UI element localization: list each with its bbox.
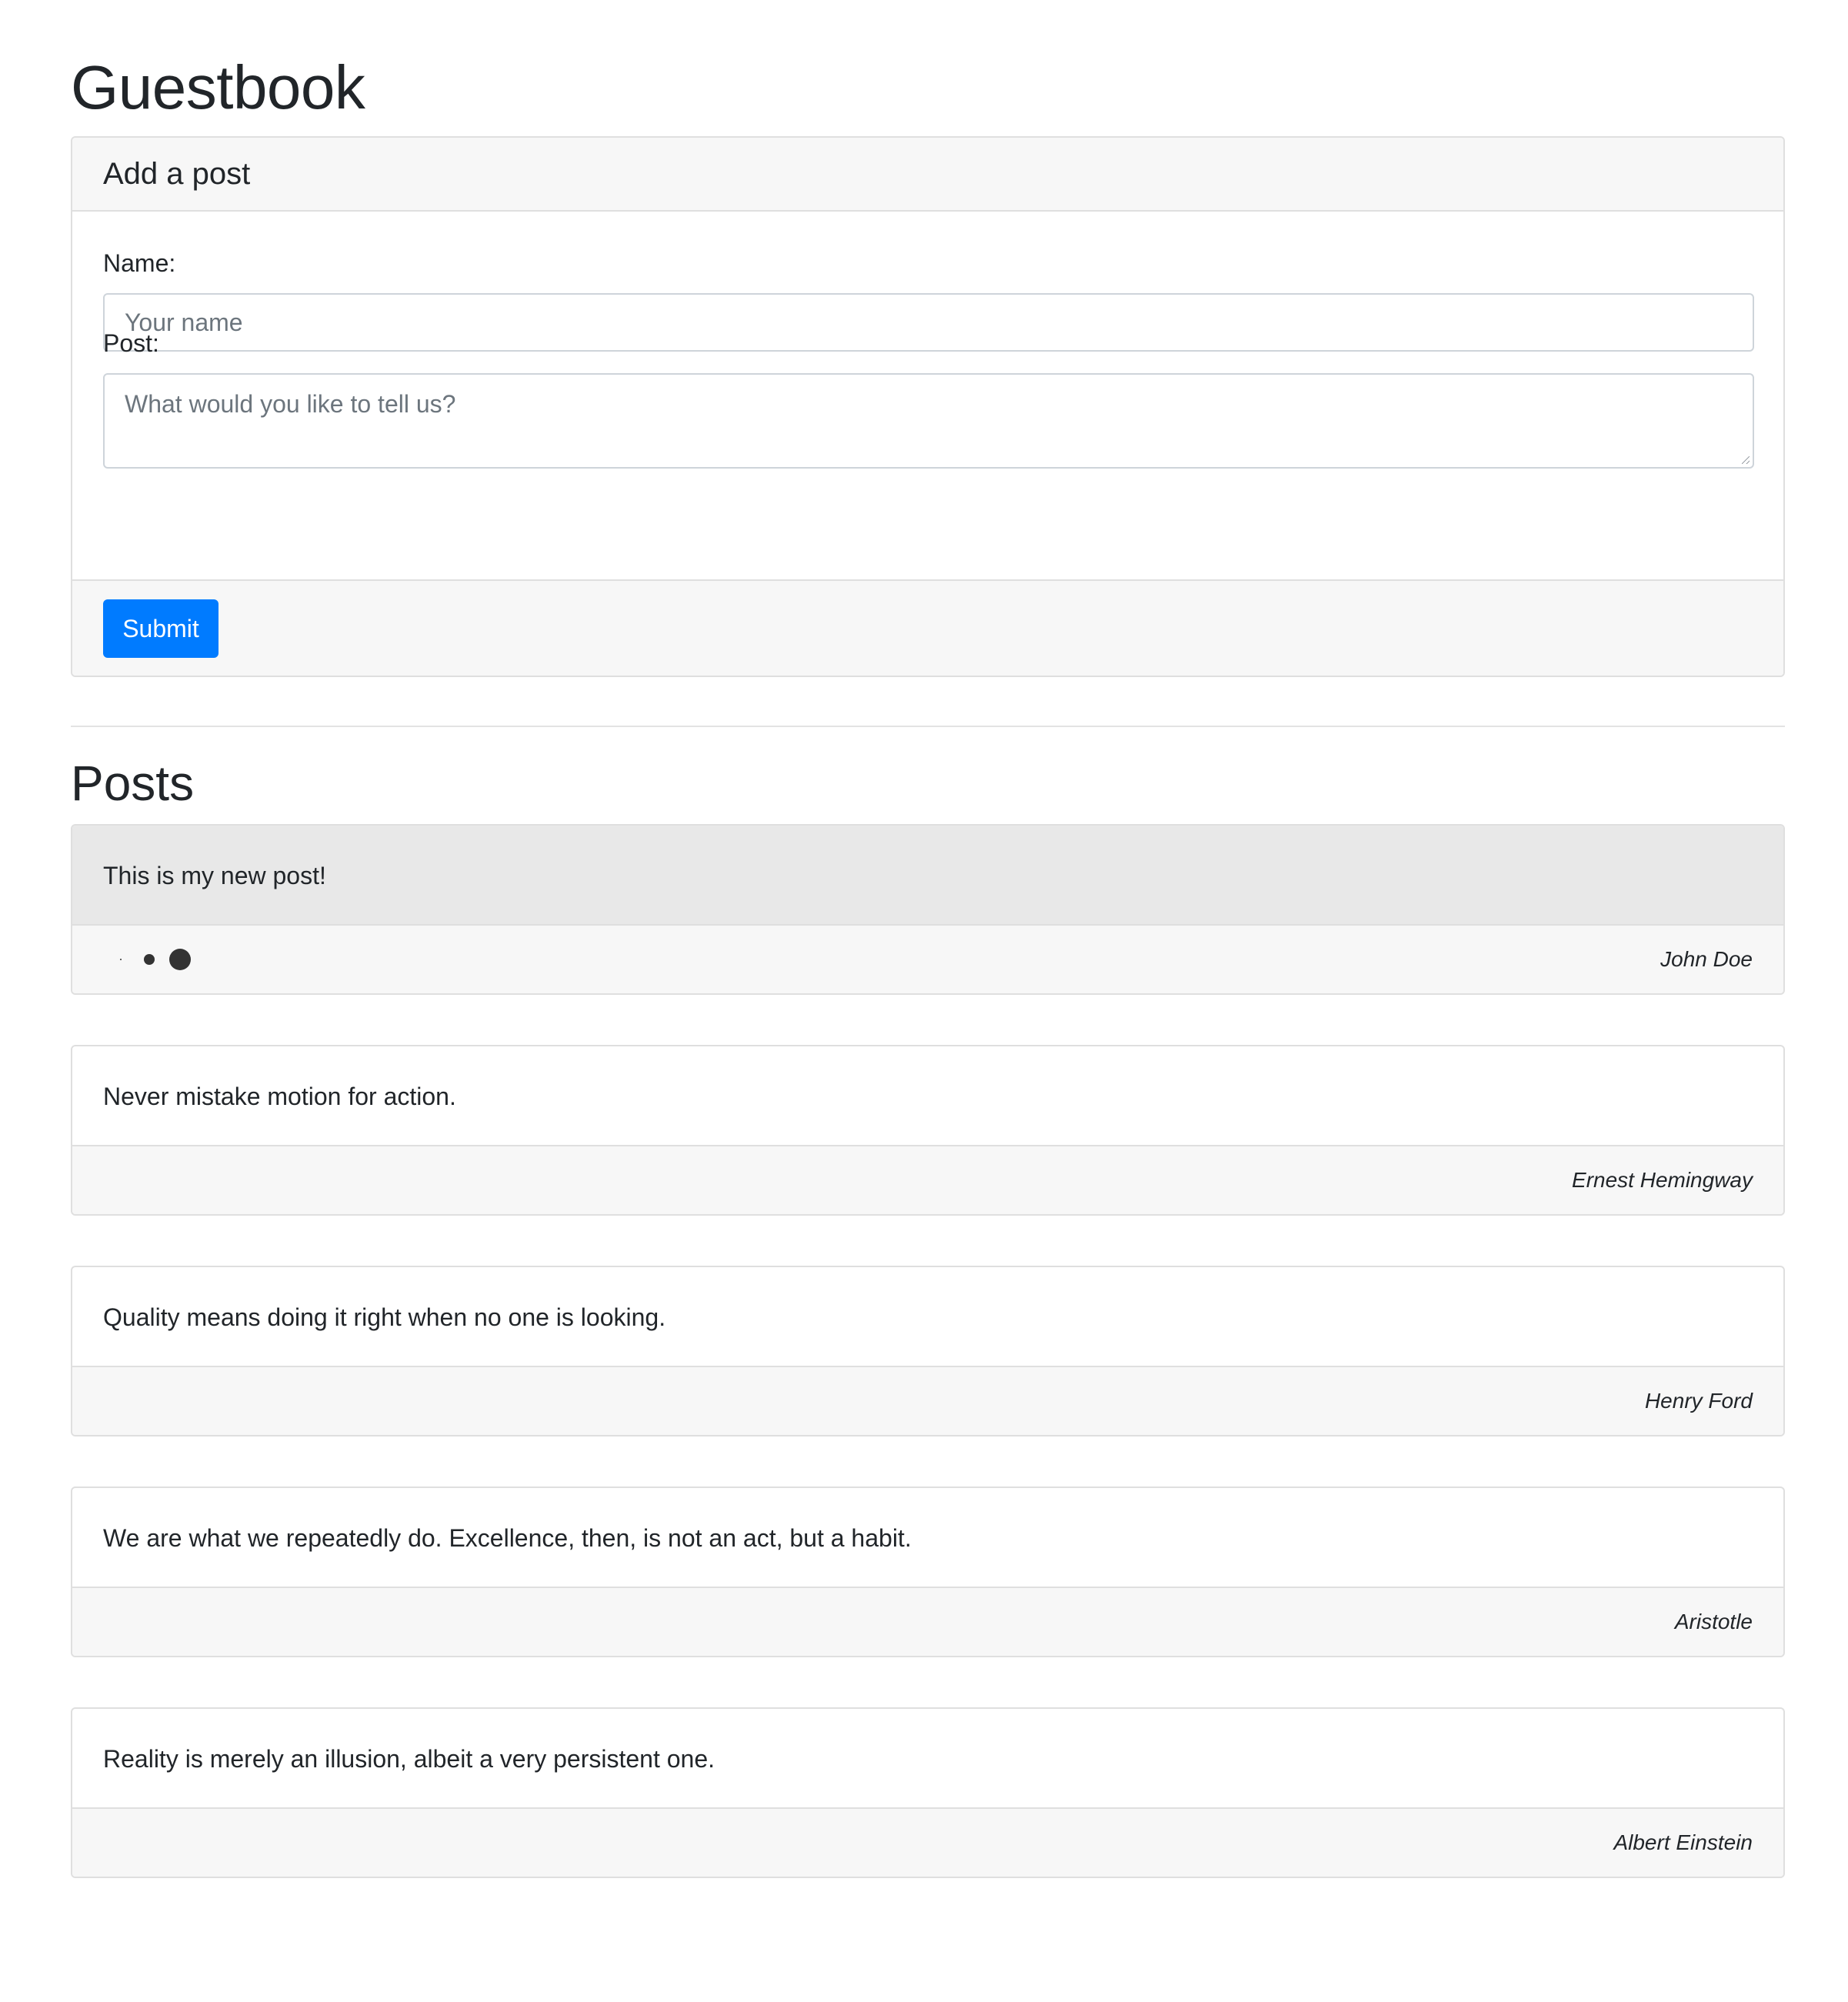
post-author: Henry Ford <box>1644 1389 1753 1413</box>
resize-handle-icon[interactable] <box>1742 456 1750 464</box>
add-post-header: Add a post <box>72 138 1783 212</box>
page-title: Guestbook <box>71 53 365 122</box>
post-label: Post: <box>103 329 159 357</box>
spinner-dot-large <box>169 949 191 970</box>
add-post-footer: Submit <box>72 579 1783 676</box>
post-text: Never mistake motion for action. <box>72 1046 1783 1146</box>
post-textarea-placeholder: What would you like to tell us? <box>125 390 456 418</box>
posts-title: Posts <box>71 756 195 811</box>
post-text: Reality is merely an illusion, albeit a … <box>72 1709 1783 1809</box>
post-author: Aristotle <box>1674 1610 1753 1633</box>
section-divider <box>71 726 1785 727</box>
post-footer: Ernest Hemingway <box>72 1146 1783 1214</box>
post-text: Quality means doing it right when no one… <box>72 1267 1783 1367</box>
post-footer: John Doe <box>72 926 1783 993</box>
name-input[interactable]: Your name <box>103 293 1754 352</box>
post-card: Never mistake motion for action. Ernest … <box>71 1045 1785 1216</box>
guestbook-container: Guestbook Add a post Name: Your name Pos… <box>71 0 1785 1878</box>
post-author: Albert Einstein <box>1613 1830 1753 1854</box>
post-author: Ernest Hemingway <box>1572 1168 1753 1192</box>
post-card: Quality means doing it right when no one… <box>71 1266 1785 1436</box>
post-card: This is my new post! John Doe <box>71 824 1785 995</box>
post-textarea[interactable]: What would you like to tell us? <box>103 373 1754 469</box>
post-card: Reality is merely an illusion, albeit a … <box>71 1707 1785 1878</box>
submit-button[interactable]: Submit <box>103 599 218 658</box>
post-card: We are what we repeatedly do. Excellence… <box>71 1486 1785 1657</box>
post-footer: Aristotle <box>72 1588 1783 1656</box>
post-footer: Albert Einstein <box>72 1809 1783 1877</box>
post-text: We are what we repeatedly do. Excellence… <box>72 1488 1783 1588</box>
post-text: This is my new post! <box>72 826 1783 926</box>
post-footer: Henry Ford <box>72 1367 1783 1435</box>
post-author: John Doe <box>1660 947 1753 971</box>
spinner-dot-small <box>120 959 122 960</box>
add-post-card: Add a post Name: Your name Post: What wo… <box>71 136 1785 677</box>
spinner-dot-medium <box>144 954 155 965</box>
name-label: Name: <box>103 249 176 277</box>
loading-spinner-icon <box>118 926 211 993</box>
